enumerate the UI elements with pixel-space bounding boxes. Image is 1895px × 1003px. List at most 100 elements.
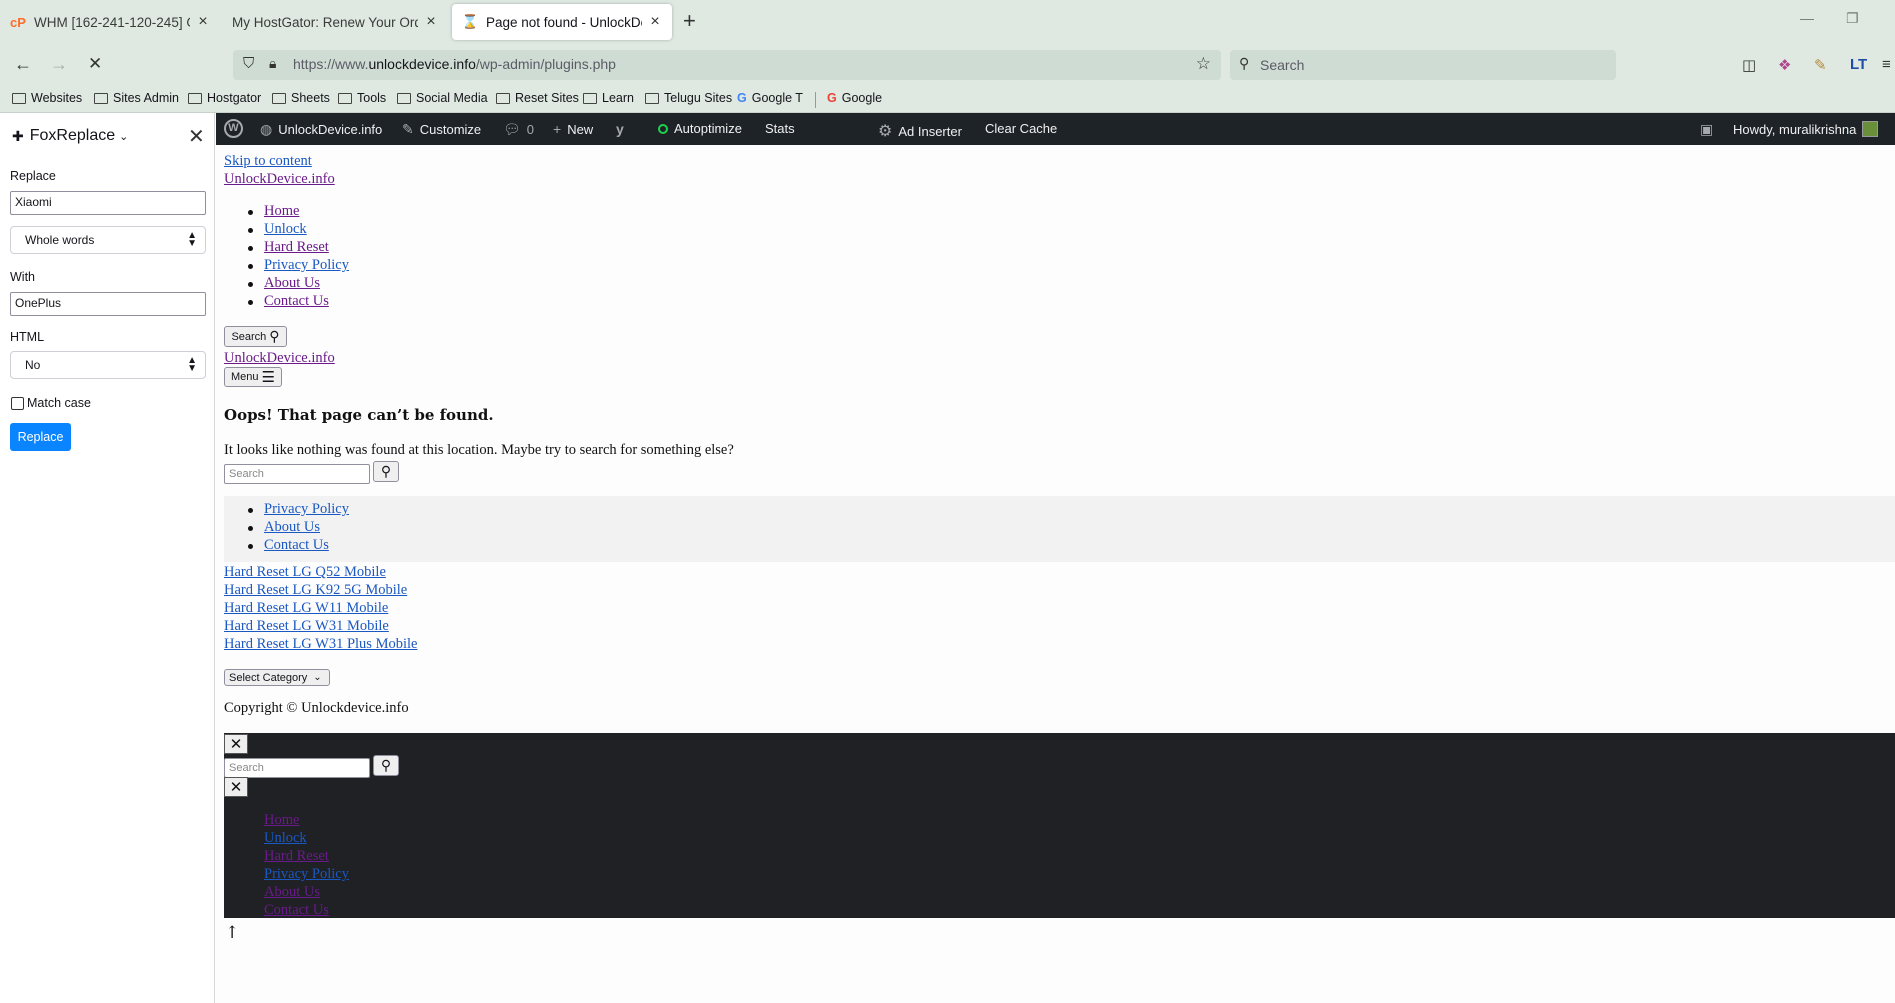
tab-hostgator[interactable]: My HostGator: Renew Your Order ×	[222, 4, 448, 40]
bookmark-folder[interactable]: Hostgator	[188, 91, 261, 105]
recent-post-link[interactable]: Hard Reset LG K92 5G Mobile	[224, 582, 407, 599]
footer-privacy-policy[interactable]: Privacy Policy	[264, 501, 349, 518]
bookmark-folder[interactable]: Tools	[338, 91, 386, 105]
modal-search-input[interactable]: Search	[224, 758, 370, 778]
bookmark-google[interactable]: G Google	[827, 91, 882, 105]
header-search-button[interactable]: Search ⚲	[224, 326, 287, 347]
close-tab-icon[interactable]: ×	[196, 13, 210, 31]
bookmark-folder[interactable]: Social Media	[397, 91, 488, 105]
search-submit-button[interactable]: ⚲	[373, 461, 399, 482]
match-case-checkbox[interactable]: Match case	[11, 396, 91, 410]
admin-account[interactable]: Howdy, muralikrishna	[1733, 121, 1879, 137]
page-content: W ◍ UnlockDevice.info ✎ Customize 💬︎ 0 + New…	[216, 113, 1895, 1003]
nav-unlock[interactable]: Unlock	[264, 221, 307, 238]
match-mode-select[interactable]: Whole words ▲ ▼	[10, 226, 206, 254]
tab-whm[interactable]: cP WHM [162-241-120-245] Grace ×	[0, 4, 220, 40]
dashboard-icon: ◍	[260, 121, 273, 137]
recent-post-link[interactable]: Hard Reset LG W31 Plus Mobile	[224, 636, 417, 653]
admin-customize[interactable]: ✎ Customize	[402, 121, 481, 138]
folder-icon	[338, 92, 352, 104]
bullet	[248, 544, 253, 549]
modal-nav-contact-us[interactable]: Contact Us	[264, 902, 329, 919]
avatar	[1862, 121, 1879, 137]
bookmark-folder[interactable]: Reset Sites	[496, 91, 579, 105]
shield-icon[interactable]: ⛉	[243, 55, 254, 72]
star-icon[interactable]: ☆	[1196, 54, 1211, 74]
footer-contact-us[interactable]: Contact Us	[264, 537, 329, 554]
search-bar[interactable]: ⚲ Search	[1230, 50, 1616, 80]
admin-autoptimize[interactable]: Autoptimize	[658, 121, 742, 136]
site-title-link-2[interactable]: UnlockDevice.info	[224, 350, 335, 367]
admin-clear-cache[interactable]: Clear Cache	[985, 121, 1057, 136]
close-tab-icon[interactable]: ×	[424, 13, 438, 31]
forward-icon[interactable]: →	[50, 54, 68, 75]
nav-privacy-policy[interactable]: Privacy Policy	[264, 257, 349, 274]
extension-icon[interactable]: ❖	[1778, 56, 1791, 74]
html-label: HTML	[10, 330, 45, 344]
recent-post-link[interactable]: Hard Reset LG W11 Mobile	[224, 600, 388, 617]
google-translate-icon: G	[737, 91, 747, 105]
bookmark-folder[interactable]: Sites Admin	[94, 91, 179, 105]
admin-stats[interactable]: Stats	[765, 121, 795, 136]
bullet	[248, 300, 253, 305]
menu-icon[interactable]: ≡	[1882, 56, 1891, 73]
close-modal-icon[interactable]: ✕	[224, 734, 248, 754]
languagetool-icon[interactable]: LT	[1850, 56, 1867, 73]
tab-page-not-found[interactable]: ⌛ Page not found - UnlockDevice ×	[452, 4, 672, 40]
modal-nav-home[interactable]: Home	[264, 812, 299, 829]
minimize-icon[interactable]: —	[1800, 10, 1814, 26]
nav-hard-reset[interactable]: Hard Reset	[264, 239, 329, 256]
wordpress-icon[interactable]: W	[224, 119, 243, 138]
search-input[interactable]: Search	[224, 464, 370, 484]
modal-search-submit-button[interactable]: ⚲	[373, 755, 399, 776]
extension-icon[interactable]: ✎	[1814, 56, 1827, 74]
category-select[interactable]: Select Category ⌄	[224, 669, 330, 686]
bookmark-folder[interactable]: Telugu Sites	[645, 91, 732, 105]
admin-comments[interactable]: 💬︎ 0	[503, 121, 534, 138]
with-input[interactable]: OnePlus	[10, 292, 206, 316]
bookmark-folder[interactable]: Learn	[583, 91, 634, 105]
back-icon[interactable]: ←	[14, 54, 32, 75]
close-sidebar-icon[interactable]: ✕	[188, 124, 205, 149]
copyright-text: Copyright © Unlockdevice.info	[224, 700, 409, 716]
new-tab-button[interactable]: +	[683, 8, 696, 34]
folder-icon	[397, 92, 411, 104]
nav-about-us[interactable]: About Us	[264, 275, 320, 292]
close-menu-icon[interactable]: ✕	[224, 777, 248, 797]
admin-new[interactable]: + New	[553, 121, 593, 137]
search-icon: ⚲	[1239, 55, 1250, 71]
yoast-icon[interactable]: y	[616, 121, 630, 137]
site-title-link[interactable]: UnlockDevice.info	[224, 171, 335, 188]
sidebar-switcher[interactable]: ✚ FoxReplace ⌄	[12, 127, 128, 145]
stop-loading-icon[interactable]: ✕	[88, 54, 102, 74]
notification-icon[interactable]: ▣	[1700, 121, 1719, 138]
admin-site-name[interactable]: ◍ UnlockDevice.info	[260, 121, 382, 138]
bookmark-folder[interactable]: Websites	[12, 91, 82, 105]
pocket-icon[interactable]: ◫	[1742, 56, 1756, 74]
modal-nav-hard-reset[interactable]: Hard Reset	[264, 848, 329, 865]
back-to-top-icon[interactable]: ↑	[225, 923, 239, 943]
close-tab-icon[interactable]: ×	[648, 13, 662, 31]
brush-icon: ✎	[402, 121, 414, 137]
modal-nav-privacy-policy[interactable]: Privacy Policy	[264, 866, 349, 883]
restore-icon[interactable]: ❐	[1846, 10, 1859, 27]
skip-to-content-link[interactable]: Skip to content	[224, 153, 312, 170]
lock-icon[interactable]: 🔒︎	[269, 55, 276, 72]
bookmark-folder[interactable]: Sheets	[272, 91, 330, 105]
modal-nav-unlock[interactable]: Unlock	[264, 830, 307, 847]
modal-nav-about-us[interactable]: About Us	[264, 884, 320, 901]
replace-input[interactable]: Xiaomi	[10, 191, 206, 215]
bookmark-google-translate[interactable]: G Google T	[737, 91, 803, 105]
admin-ad-inserter[interactable]: ⚙ Ad Inserter	[878, 121, 962, 141]
recent-post-link[interactable]: Hard Reset LG Q52 Mobile	[224, 564, 386, 581]
checkbox-box[interactable]	[11, 396, 24, 410]
nav-home[interactable]: Home	[264, 203, 299, 220]
bookmarks-bar: Websites Sites Admin Hostgator Sheets To…	[0, 86, 1895, 113]
footer-about-us[interactable]: About Us	[264, 519, 320, 536]
url-bar[interactable]: ⛉ 🔒︎ https://www.unlockdevice.info/wp-ad…	[233, 50, 1221, 80]
menu-button[interactable]: Menu ☰	[224, 367, 282, 387]
nav-contact-us[interactable]: Contact Us	[264, 293, 329, 310]
replace-button[interactable]: Replace	[10, 423, 71, 451]
html-select[interactable]: No ▲ ▼	[10, 351, 206, 379]
recent-post-link[interactable]: Hard Reset LG W31 Mobile	[224, 618, 389, 635]
